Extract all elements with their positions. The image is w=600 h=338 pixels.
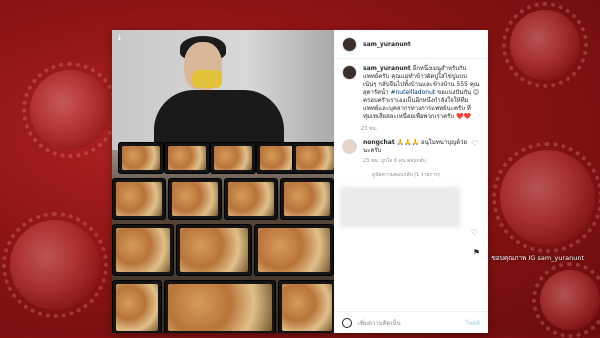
heart-icon[interactable]: ♡ <box>471 139 480 148</box>
virus-decoration <box>532 262 600 338</box>
virus-decoration <box>492 142 600 253</box>
food-tray <box>112 280 162 333</box>
comment-meta[interactable]: 23 ชม. ถูกใจ 6 คน ตอบกลับ <box>363 157 471 165</box>
caption-row: sam_yuranunt อีกหนึ่งเมนูสำหรับกับแพทย์ค… <box>334 59 488 121</box>
food-tray <box>210 142 256 174</box>
food-tray <box>164 280 276 333</box>
food-tray <box>164 142 210 174</box>
virus-decoration <box>22 62 118 158</box>
emoji-icon[interactable] <box>342 317 352 328</box>
post-photo: ↓ <box>112 30 334 333</box>
bookmark-icon[interactable]: ⚑ <box>473 248 480 257</box>
caption: sam_yuranunt อีกหนึ่งเมนูสำหรับกับแพทย์ค… <box>363 65 480 121</box>
virus-decoration <box>502 2 588 88</box>
food-tray <box>278 280 334 333</box>
add-comment-input[interactable]: เพิ่มความคิดเห็น <box>358 318 401 328</box>
photo-credit: ขอบคุณภาพ IG sam_yuranunt <box>491 254 584 262</box>
avatar[interactable] <box>342 36 357 52</box>
view-replies-link[interactable]: ดูข้อความตอบกลับ (1 รายการ) <box>372 171 488 179</box>
post-info-panel: sam_yuranunt sam_yuranunt อีกหนึ่งเมนูสำ… <box>334 30 488 333</box>
username-link[interactable]: sam_yuranunt <box>363 41 411 48</box>
food-tray <box>280 178 334 220</box>
caption-timestamp: 23 ชม. <box>361 126 378 132</box>
comment-body: nongchat 🙏🙏🙏 อนุโมทนาบุญด้วยนะครับ 23 ชม… <box>363 139 471 165</box>
avatar[interactable] <box>342 65 357 80</box>
food-tray <box>112 178 166 220</box>
food-tray <box>176 224 252 276</box>
food-tray <box>112 224 174 276</box>
comment-footer: เพิ่มความคิดเห็น โพสต์ <box>334 311 488 333</box>
food-tray <box>168 178 222 220</box>
comment-username[interactable]: nongchat <box>363 139 395 146</box>
food-tray <box>292 142 334 174</box>
post-comment-button[interactable]: โพสต์ <box>465 318 480 328</box>
comment-row: nongchat 🙏🙏🙏 อนุโมทนาบุญด้วยนะครับ 23 ชม… <box>334 133 488 165</box>
hashtag-link[interactable]: #nutellladonut <box>390 89 435 96</box>
photo-person-mask <box>192 70 222 88</box>
post-header: sam_yuranunt <box>334 30 488 59</box>
download-icon[interactable]: ↓ <box>116 33 123 42</box>
heart-icon[interactable]: ♡ <box>471 228 478 237</box>
food-tray <box>118 142 164 174</box>
caption-username[interactable]: sam_yuranunt <box>363 65 411 72</box>
instagram-post: ↓ sam_yuranunt sam_yuranunt อีกหนึ่งเมนู… <box>112 30 488 333</box>
food-tray <box>254 224 334 276</box>
blurred-comment <box>340 187 460 227</box>
virus-decoration <box>2 212 108 318</box>
food-tray <box>224 178 278 220</box>
avatar[interactable] <box>342 139 357 154</box>
